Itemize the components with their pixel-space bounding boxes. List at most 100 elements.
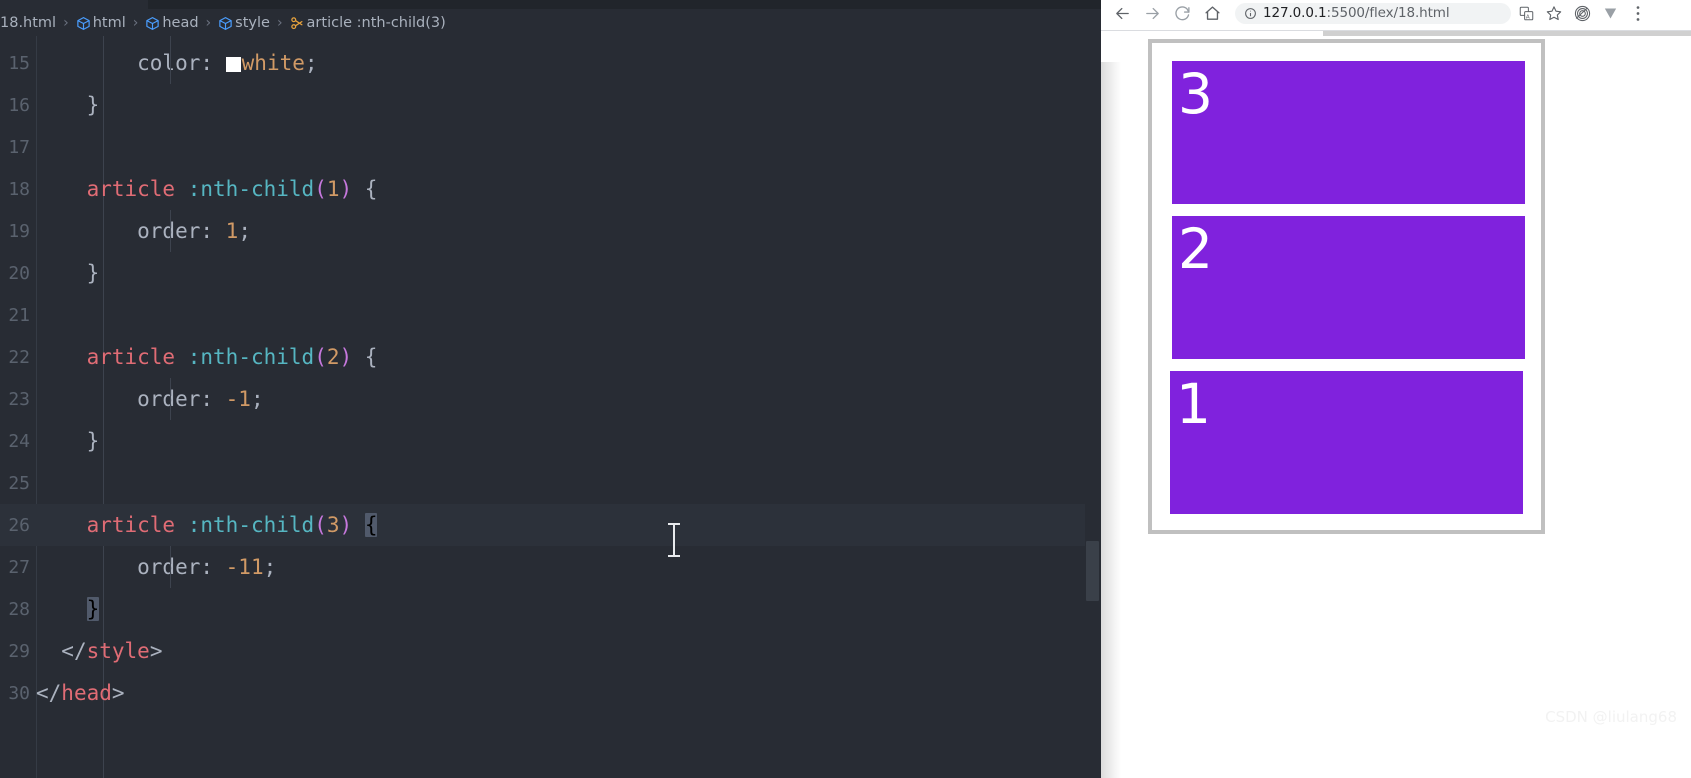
line-number: 22 — [8, 346, 30, 368]
symbol-cube-icon — [218, 16, 233, 31]
line-number: 24 — [8, 430, 30, 452]
breadcrumb-item-label: 18.html — [0, 14, 57, 31]
code-token: article — [86, 177, 176, 201]
home-button[interactable] — [1197, 1, 1227, 25]
code-token: ( — [314, 177, 327, 201]
indent-guide — [170, 210, 171, 252]
code-token: :nth-child — [187, 345, 315, 369]
code-token: head — [61, 681, 112, 705]
code-line[interactable]: 30 </head> — [0, 672, 1085, 714]
forward-button[interactable] — [1137, 1, 1167, 25]
code-token: style — [86, 639, 150, 663]
line-text: order: -1; — [36, 387, 264, 411]
code-token: color: — [36, 51, 226, 75]
line-number: 16 — [8, 94, 30, 116]
code-line[interactable]: 27 order: -11; — [0, 546, 1085, 588]
code-token: > — [149, 639, 163, 663]
code-token: order: — [36, 387, 226, 411]
address-bar[interactable]: 127.0.0.1:5500/flex/18.html — [1235, 2, 1511, 24]
code-line[interactable]: 29 </style> — [0, 630, 1085, 672]
line-text: article :nth-child(2) { — [36, 345, 378, 369]
code-line[interactable]: 19 order: 1; — [0, 210, 1085, 252]
editor-tab-strip — [0, 0, 1101, 9]
breadcrumb-separator: › — [205, 14, 212, 31]
breadcrumb-item-style[interactable]: style — [218, 15, 270, 31]
line-number: 23 — [8, 388, 30, 410]
breadcrumb-separator: › — [132, 14, 139, 31]
code-line[interactable]: 21 — [0, 294, 1085, 336]
code-token: ( — [314, 513, 327, 537]
vimium-v-icon[interactable] — [1597, 1, 1623, 25]
code-token: </ — [61, 639, 87, 663]
page-viewport: 3 2 1 CSDN @liulang68 — [1101, 31, 1691, 778]
page-left-shadow — [1101, 62, 1121, 778]
symbol-cube-icon — [145, 16, 160, 31]
code-token: ; — [304, 51, 318, 75]
code-token: } — [36, 93, 100, 117]
breadcrumb-item-18-html[interactable]: 18.html — [0, 15, 56, 31]
code-token: :nth-child — [187, 177, 315, 201]
url-path: :5500/flex/18.html — [1326, 5, 1450, 21]
code-line[interactable]: 23 order: -1; — [0, 378, 1085, 420]
symbol-cube-icon — [76, 16, 91, 31]
editor-code-area[interactable]: 14 font-size: 55px;15 color: white;16 }1… — [0, 36, 1101, 778]
star-icon[interactable] — [1541, 1, 1567, 25]
line-text: color: white; — [36, 51, 318, 75]
line-text: } — [36, 597, 100, 621]
flex-item-label: 1 — [1176, 372, 1211, 436]
more-menu-icon[interactable] — [1625, 1, 1651, 25]
code-token: ) — [339, 345, 353, 369]
flex-item: 2 — [1172, 216, 1525, 359]
code-token: -11 — [225, 555, 264, 579]
line-text: </head> — [36, 681, 125, 705]
code-line[interactable]: 22 article :nth-child(2) { — [0, 336, 1085, 378]
breadcrumb-item-label: article :nth-child(3) — [306, 14, 446, 31]
code-token: ) — [339, 177, 353, 201]
code-line[interactable]: 26 article :nth-child(3) { — [0, 504, 1085, 546]
page-top-artifact — [1323, 31, 1691, 36]
code-line[interactable]: 25 — [0, 462, 1085, 504]
url-host: 127.0.0.1 — [1263, 5, 1327, 21]
line-number: 27 — [8, 556, 30, 578]
site-info-icon[interactable] — [1244, 7, 1257, 20]
screenshot-root: 18.html › html › head › style › article :nth-chi… — [0, 0, 1691, 778]
code-line[interactable]: 20 } — [0, 252, 1085, 294]
code-line[interactable]: 16 } — [0, 84, 1085, 126]
code-token: { — [352, 345, 378, 369]
line-number: 15 — [8, 52, 30, 74]
reload-button[interactable] — [1167, 1, 1197, 25]
line-number: 25 — [8, 472, 30, 494]
breadcrumb-separator: › — [276, 14, 283, 31]
editor-scrollbar-track[interactable] — [1085, 36, 1101, 778]
translate-icon[interactable]: A — [1513, 1, 1539, 25]
breadcrumb[interactable]: 18.html › html › head › style › article :nth-chi… — [0, 9, 1101, 36]
code-token: article — [86, 513, 176, 537]
code-token: > — [111, 681, 125, 705]
code-token: ; — [250, 387, 264, 411]
editor-scrollbar-thumb[interactable] — [1086, 541, 1099, 601]
code-token: -1 — [225, 387, 251, 411]
code-line[interactable]: 17 — [0, 126, 1085, 168]
extension-icon[interactable] — [1569, 1, 1595, 25]
breadcrumb-item-article-nth-child-3-[interactable]: article :nth-child(3) — [290, 15, 446, 31]
code-token: :nth-child — [187, 513, 315, 537]
breadcrumb-item-html[interactable]: html — [76, 15, 126, 31]
code-line[interactable]: 24 } — [0, 420, 1085, 462]
code-line[interactable]: 15 color: white; — [0, 42, 1085, 84]
active-tab[interactable] — [0, 0, 148, 9]
line-text: article :nth-child(3) { — [36, 513, 378, 537]
line-text: order: 1; — [36, 219, 251, 243]
code-line[interactable]: 28 } — [0, 588, 1085, 630]
back-button[interactable] — [1107, 1, 1137, 25]
flex-item: 1 — [1170, 371, 1523, 514]
breadcrumb-item-label: html — [92, 14, 126, 31]
code-line[interactable]: 18 article :nth-child(1) { — [0, 168, 1085, 210]
breadcrumb-item-head[interactable]: head — [145, 15, 199, 31]
